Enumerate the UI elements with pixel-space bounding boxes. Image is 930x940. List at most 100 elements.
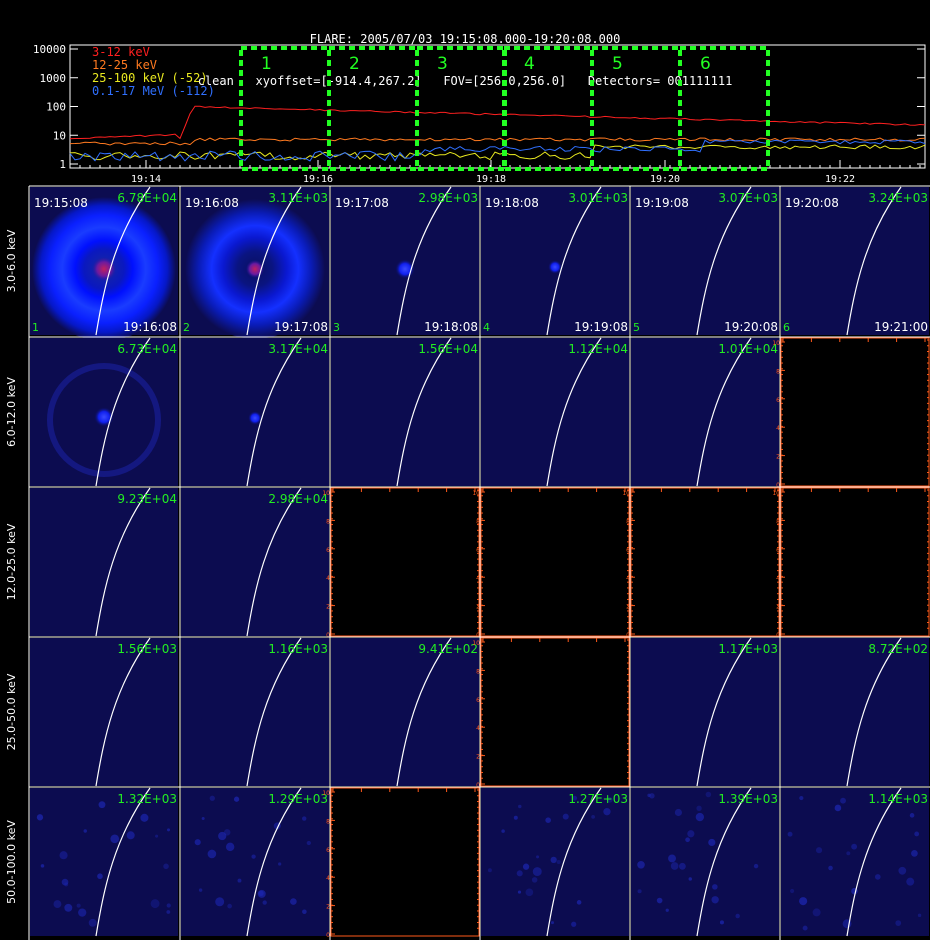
noise-blob — [251, 854, 256, 859]
interval-start-time: 19:19:08 — [635, 196, 689, 210]
peak-value: 1.17E+03 — [718, 642, 778, 656]
panel-background — [30, 788, 178, 936]
noise-blob — [290, 898, 297, 905]
panel-background — [30, 638, 178, 786]
image-panel: 9.23E+04 — [30, 487, 178, 637]
noise-blob — [59, 851, 68, 860]
noise-blob — [83, 829, 87, 833]
source-spot — [395, 259, 415, 279]
noise-blob — [237, 878, 242, 883]
peak-value: 1.32E+03 — [117, 792, 177, 806]
peak-value: 1.12E+04 — [568, 342, 628, 356]
noise-blob — [665, 908, 669, 912]
noise-blob — [815, 847, 823, 854]
peak-value: 3.24E+03 — [868, 191, 928, 205]
image-panel: 1.12E+04 — [481, 337, 629, 487]
noise-blob — [787, 831, 793, 837]
axis-tick-label: 10 — [472, 640, 480, 647]
noise-blob — [708, 838, 716, 847]
noise-blob — [695, 812, 705, 822]
panel-background — [181, 788, 329, 936]
noise-blob — [215, 897, 225, 907]
energy-row-label: 50.0-100.0 keV — [5, 820, 18, 904]
noise-blob — [227, 903, 232, 909]
noise-blob — [550, 856, 557, 864]
image-panel: 1.56E+03 — [30, 637, 178, 787]
image-panel: 0246810 — [772, 337, 930, 489]
noise-blob — [874, 874, 881, 880]
peak-value: 1.39E+03 — [718, 792, 778, 806]
noise-blob — [166, 910, 171, 914]
noise-blob — [302, 909, 307, 915]
noise-blob — [603, 808, 611, 816]
energy-row-label: 6.0-12.0 keV — [5, 377, 18, 447]
noise-blob — [518, 804, 522, 809]
interval-end-time: 19:20:08 — [724, 320, 778, 334]
peak-value: 3.07E+03 — [718, 191, 778, 205]
panel-background — [181, 488, 329, 636]
empty-panel-frame — [330, 787, 480, 937]
noise-blob — [64, 903, 73, 912]
image-panel: 1.17E+03 — [631, 637, 779, 787]
interval-end-time: 19:18:08 — [424, 320, 478, 334]
image-panel: 1.01E+04 — [631, 337, 779, 487]
image-panel: 1.27E+03 — [481, 787, 629, 937]
noise-blob — [207, 849, 217, 859]
noise-blob — [194, 839, 201, 846]
interval-start-time: 19:15:08 — [34, 196, 88, 210]
empty-panel-frame — [330, 487, 480, 637]
image-panel: 3.11E+03 19:16:08 19:17:08 2 — [181, 186, 329, 339]
noise-blob — [895, 920, 902, 926]
interval-index: 3 — [333, 321, 340, 334]
panel-background — [30, 488, 178, 636]
energy-row-label: 25.0-50.0 keV — [5, 673, 18, 750]
interval-index: 6 — [783, 321, 790, 334]
peak-value: 3.17E+04 — [268, 342, 328, 356]
noise-blob — [696, 805, 702, 811]
image-panel: 8.72E+02 — [781, 637, 929, 787]
image-panel: 2.98E+04 — [181, 487, 329, 637]
empty-panel-frame — [480, 487, 630, 637]
interval-index: 1 — [32, 321, 39, 334]
peak-value: 1.01E+04 — [718, 342, 778, 356]
interval-end-time: 19:16:08 — [123, 320, 177, 334]
interval-start-time: 19:20:08 — [785, 196, 839, 210]
image-panel: 6.78E+04 19:15:08 19:16:08 1 — [30, 186, 178, 341]
panel-background — [481, 338, 629, 486]
noise-blob — [637, 889, 642, 894]
image-panel: 3.01E+03 19:18:08 19:19:08 4 — [481, 186, 629, 336]
image-panel: 1.29E+03 — [181, 787, 329, 937]
noise-blob — [550, 921, 555, 925]
image-panel: 0246810 — [472, 487, 630, 639]
image-panel: 0246810 — [772, 487, 930, 639]
noise-blob — [851, 843, 858, 850]
noise-blob — [562, 813, 569, 820]
noise-blob — [36, 814, 44, 821]
axis-tick-label: 10 — [772, 490, 780, 497]
axis-tick-label: 10 — [472, 490, 480, 497]
noise-blob — [140, 813, 149, 822]
noise-blob — [909, 813, 915, 818]
noise-blob — [898, 866, 907, 875]
interval-end-time: 19:17:08 — [274, 320, 328, 334]
noise-blob — [532, 867, 542, 877]
image-panel: 0246810 — [472, 637, 630, 789]
noise-blob — [719, 920, 725, 925]
noise-blob — [790, 888, 795, 894]
noise-blob — [258, 890, 264, 897]
noise-blob — [647, 793, 651, 798]
image-panel: 1.16E+03 — [181, 637, 329, 787]
noise-blob — [78, 908, 87, 917]
axis-tick-label: 10 — [622, 490, 630, 497]
noise-blob — [556, 859, 561, 865]
noise-blob — [302, 816, 307, 821]
noise-blob — [812, 908, 821, 917]
panel-background — [331, 338, 479, 486]
noise-blob — [687, 830, 695, 838]
noise-blob — [150, 899, 160, 909]
interval-start-time: 19:17:08 — [335, 196, 389, 210]
noise-blob — [262, 900, 267, 905]
noise-blob — [525, 888, 534, 897]
noise-blob — [516, 870, 523, 877]
empty-panel-frame — [480, 637, 630, 787]
